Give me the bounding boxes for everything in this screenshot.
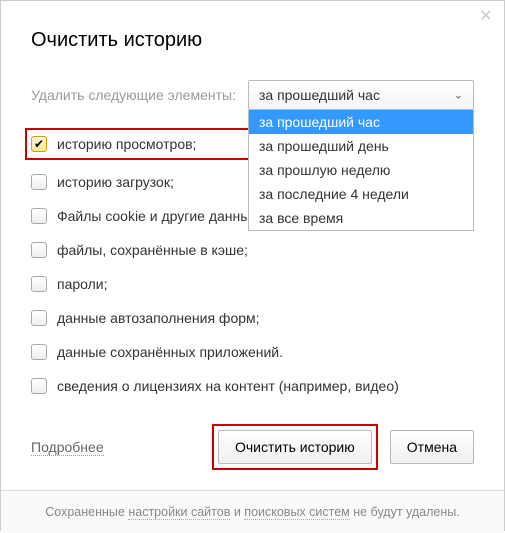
checkbox-cookies[interactable]: [31, 208, 47, 224]
checkbox-apps[interactable]: [31, 344, 47, 360]
search-engines-link[interactable]: поисковых систем: [244, 505, 349, 520]
dropdown-option-all[interactable]: за все время: [249, 206, 473, 230]
clear-button[interactable]: Очистить историю: [218, 430, 372, 464]
dropdown-option-day[interactable]: за прошедший день: [249, 134, 473, 158]
checkbox-label-cache: файлы, сохранённые в кэше;: [57, 242, 248, 258]
checkbox-label-apps: данные сохранённых приложений.: [57, 344, 283, 360]
checkbox-browsing[interactable]: ✔: [31, 136, 47, 152]
dialog-title: Очистить историю: [31, 29, 474, 52]
more-link[interactable]: Подробнее: [31, 439, 104, 456]
info-bar: Сохраненные настройки сайтов и поисковых…: [1, 490, 504, 533]
cancel-button[interactable]: Отмена: [390, 430, 474, 464]
time-range-select-wrap: за прошедший час ⌄ за прошедший час за п…: [248, 80, 474, 110]
checkbox-passwords[interactable]: [31, 276, 47, 292]
info-mid: и: [230, 505, 244, 519]
checkbox-label-downloads: историю загрузок;: [57, 174, 174, 190]
time-range-dropdown: за прошедший час за прошедший день за пр…: [248, 110, 474, 231]
checkbox-autofill[interactable]: [31, 310, 47, 326]
site-settings-link[interactable]: настройки сайтов: [128, 505, 230, 520]
dialog-content: Очистить историю Удалить следующие элеме…: [1, 1, 504, 490]
clear-button-highlight: Очистить историю: [212, 424, 378, 470]
time-range-label: Удалить следующие элементы:: [31, 87, 236, 103]
dialog-footer-row: Подробнее Очистить историю Отмена: [31, 424, 474, 470]
checkbox-label-licenses: сведения о лицензиях на контент (наприме…: [57, 378, 399, 394]
checkbox-downloads[interactable]: [31, 174, 47, 190]
checkbox-cache[interactable]: [31, 242, 47, 258]
button-group: Очистить историю Отмена: [212, 424, 474, 470]
dropdown-option-4weeks[interactable]: за последние 4 недели: [249, 182, 473, 206]
checkbox-row-licenses[interactable]: сведения о лицензиях на контент (наприме…: [31, 376, 474, 396]
checkbox-label-browsing: историю просмотров;: [57, 136, 196, 152]
checkbox-row-autofill[interactable]: данные автозаполнения форм;: [31, 308, 474, 328]
clear-history-dialog: ✕ Очистить историю Удалить следующие эле…: [0, 0, 505, 531]
time-range-value: за прошедший час: [259, 87, 380, 103]
chevron-down-icon: ⌄: [454, 89, 463, 102]
dropdown-option-hour[interactable]: за прошедший час: [249, 110, 473, 134]
dropdown-option-week[interactable]: за прошлую неделю: [249, 158, 473, 182]
checkbox-row-apps[interactable]: данные сохранённых приложений.: [31, 342, 474, 362]
checkbox-licenses[interactable]: [31, 378, 47, 394]
info-suffix: не будут удалены.: [350, 505, 460, 519]
checkbox-label-autofill: данные автозаполнения форм;: [57, 310, 260, 326]
time-range-select[interactable]: за прошедший час ⌄: [248, 80, 474, 110]
checkbox-label-passwords: пароли;: [57, 276, 108, 292]
time-range-row: Удалить следующие элементы: за прошедший…: [31, 80, 474, 110]
checkbox-row-passwords[interactable]: пароли;: [31, 274, 474, 294]
checkbox-row-cache[interactable]: файлы, сохранённые в кэше;: [31, 240, 474, 260]
info-prefix: Сохраненные: [45, 505, 128, 519]
check-icon: ✔: [34, 138, 44, 150]
close-icon[interactable]: ✕: [478, 9, 494, 25]
